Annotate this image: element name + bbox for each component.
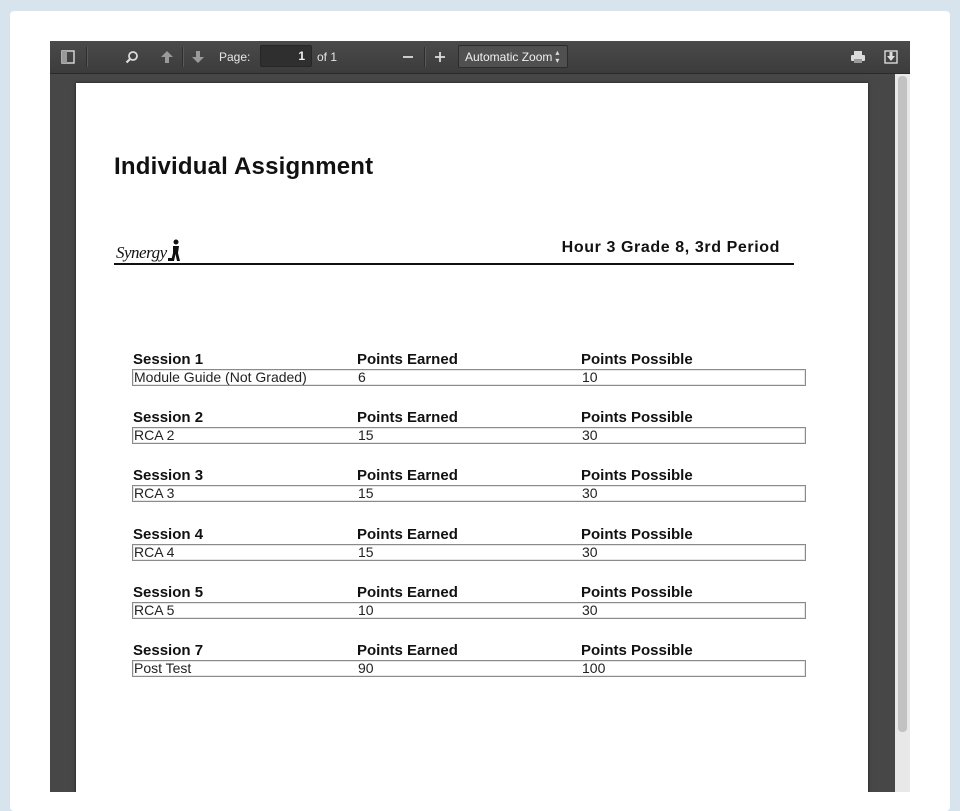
table-row: Module Guide (Not Graded) 6 10 xyxy=(132,369,806,386)
points-possible-header: Points Possible xyxy=(581,467,693,484)
points-possible-header: Points Possible xyxy=(581,351,693,368)
session-header: Session 3 Points Earned Points Possible xyxy=(132,467,806,484)
pdf-page: Individual Assignment Synergy Hour 3 Gra… xyxy=(76,83,868,792)
points-earned-header: Points Earned xyxy=(357,642,458,659)
points-possible: 30 xyxy=(582,485,598,501)
download-button[interactable] xyxy=(878,45,904,69)
zoom-in-button[interactable] xyxy=(427,45,453,69)
assignment-name: RCA 3 xyxy=(134,485,175,501)
session-header: Session 5 Points Earned Points Possible xyxy=(132,584,806,601)
search-icon xyxy=(125,51,138,64)
session-block: Session 4 Points Earned Points Possible … xyxy=(132,526,806,561)
points-possible-header: Points Possible xyxy=(581,584,693,601)
session-name: Session 4 xyxy=(133,526,204,543)
points-earned: 10 xyxy=(358,602,374,618)
scrollbar-thumb[interactable] xyxy=(898,76,907,732)
zoom-out-button[interactable] xyxy=(395,45,421,69)
assignment-name: RCA 4 xyxy=(134,544,175,560)
next-page-button[interactable] xyxy=(185,45,211,69)
previous-page-button[interactable] xyxy=(154,45,180,69)
search-button[interactable] xyxy=(119,45,145,69)
session-block: Session 7 Points Earned Points Possible … xyxy=(132,642,806,677)
assignment-name: RCA 2 xyxy=(134,427,175,443)
minus-icon xyxy=(403,56,413,58)
table-row: RCA 4 15 30 xyxy=(132,544,806,561)
select-arrows-icon: ▴ ▾ xyxy=(555,47,560,65)
points-possible: 10 xyxy=(582,369,598,385)
assignment-name: RCA 5 xyxy=(134,602,175,618)
synergy-logo: Synergy xyxy=(116,235,181,263)
points-possible-header: Points Possible xyxy=(581,409,693,426)
printer-icon xyxy=(851,51,865,63)
session-block: Session 3 Points Earned Points Possible … xyxy=(132,467,806,502)
points-possible: 100 xyxy=(582,660,606,676)
print-button[interactable] xyxy=(845,45,871,69)
assignment-name: Post Test xyxy=(134,660,192,676)
assignment-name: Module Guide (Not Graded) xyxy=(134,369,307,385)
session-name: Session 7 xyxy=(133,642,204,659)
toolbar-separator xyxy=(424,47,425,67)
zoom-select-value: Automatic Zoom xyxy=(465,49,553,64)
zoom-select[interactable]: Automatic Zoom ▴ ▾ xyxy=(458,45,568,68)
session-name: Session 5 xyxy=(133,584,204,601)
page-number-input[interactable] xyxy=(260,45,312,67)
points-possible: 30 xyxy=(582,427,598,443)
arrow-down-icon xyxy=(192,51,204,63)
session-block: Session 5 Points Earned Points Possible … xyxy=(132,584,806,619)
session-block: Session 1 Points Earned Points Possible … xyxy=(132,351,806,386)
page-total: of 1 xyxy=(317,50,338,64)
session-header: Session 1 Points Earned Points Possible xyxy=(132,351,806,368)
session-header: Session 4 Points Earned Points Possible xyxy=(132,526,806,543)
table-row: Post Test 90 100 xyxy=(132,660,806,677)
toolbar-separator xyxy=(182,47,183,67)
session-name: Session 3 xyxy=(133,467,204,484)
pdf-viewer: Page: of 1 Automatic Zoom ▴▾ xyxy=(50,41,910,792)
vertical-scrollbar[interactable] xyxy=(895,74,910,792)
logo-text: Synergy xyxy=(116,243,167,262)
sidebar-toggle-button[interactable] xyxy=(55,45,81,69)
points-possible-header: Points Possible xyxy=(581,642,693,659)
session-name: Session 2 xyxy=(133,409,204,426)
points-possible: 30 xyxy=(582,544,598,560)
sidebar-toggle-icon xyxy=(61,50,75,64)
table-row: RCA 2 15 30 xyxy=(132,427,806,444)
page-label: Page: xyxy=(219,50,251,64)
toolbar-separator xyxy=(86,47,87,67)
points-earned: 15 xyxy=(358,544,374,560)
points-possible: 30 xyxy=(582,602,598,618)
points-earned-header: Points Earned xyxy=(357,409,458,426)
table-row: RCA 3 15 30 xyxy=(132,485,806,502)
points-earned-header: Points Earned xyxy=(357,526,458,543)
points-earned: 15 xyxy=(358,427,374,443)
session-header: Session 7 Points Earned Points Possible xyxy=(132,642,806,659)
plus-icon xyxy=(435,52,445,62)
points-earned: 6 xyxy=(358,369,366,385)
session-header: Session 2 Points Earned Points Possible xyxy=(132,409,806,426)
table-row: RCA 5 10 30 xyxy=(132,602,806,619)
document-title: Individual Assignment xyxy=(114,153,374,180)
figure-logo-icon xyxy=(167,239,180,261)
arrow-up-icon xyxy=(161,51,173,63)
header-divider xyxy=(114,263,794,265)
class-info: Hour 3 Grade 8, 3rd Period xyxy=(561,239,780,256)
session-block: Session 2 Points Earned Points Possible … xyxy=(132,409,806,444)
points-earned-header: Points Earned xyxy=(357,467,458,484)
points-earned-header: Points Earned xyxy=(357,584,458,601)
points-earned: 90 xyxy=(358,660,374,676)
session-name: Session 1 xyxy=(133,351,204,368)
pdf-toolbar: Page: of 1 Automatic Zoom ▴▾ xyxy=(50,41,910,74)
points-earned: 15 xyxy=(358,485,374,501)
points-earned-header: Points Earned xyxy=(357,351,458,368)
download-icon xyxy=(884,50,898,64)
points-possible-header: Points Possible xyxy=(581,526,693,543)
